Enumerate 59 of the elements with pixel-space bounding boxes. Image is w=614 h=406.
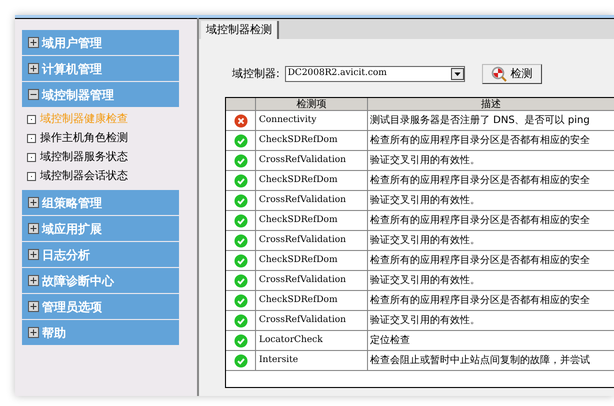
expand-icon[interactable] bbox=[28, 327, 39, 338]
table-cell-text: 验证交叉引用的有效性。 bbox=[370, 234, 480, 248]
table-cell-text: 检查所有的应用程序目录分区是否都有相应的安全 bbox=[370, 174, 590, 188]
expand-icon[interactable] bbox=[28, 63, 39, 74]
table-cell-text: CheckSDRefDom bbox=[259, 254, 338, 267]
table-cell-text: CrossRefValidation bbox=[259, 194, 346, 207]
table-cell-text: CheckSDRefDom bbox=[259, 214, 338, 227]
sidebar-group-header[interactable]: 管理员选项 bbox=[22, 294, 179, 319]
sidebar-group-header[interactable]: 计算机管理 bbox=[22, 56, 179, 81]
bullet-icon bbox=[27, 115, 36, 124]
table-cell-text: 检查会阻止或暂时中止站点间复制的故障，并尝试 bbox=[370, 354, 590, 368]
table-cell-text: 验证交叉引用的有效性。 bbox=[370, 194, 480, 208]
sidebar-group-header[interactable]: 帮助 bbox=[22, 320, 179, 345]
table-cell-text: 检查所有的应用程序目录分区是否都有相应的安全 bbox=[370, 294, 590, 308]
sidebar-link[interactable]: 操作主机角色检测 bbox=[40, 130, 128, 147]
table-cell-text: Intersite bbox=[259, 354, 298, 367]
bullet-icon bbox=[27, 134, 36, 143]
sidebar-link[interactable]: 域控制器服务状态 bbox=[40, 149, 128, 166]
expand-icon[interactable] bbox=[28, 197, 39, 208]
sidebar-group-header[interactable]: 组策略管理 bbox=[22, 190, 179, 215]
table-cell-text: 定位检查 bbox=[370, 334, 410, 348]
table-cell-text: 测试目录服务器是否注册了 DNS、是否可以 ping bbox=[370, 114, 590, 128]
table-cell-text: CheckSDRefDom bbox=[259, 134, 338, 147]
table-cell-text: CrossRefValidation bbox=[259, 274, 346, 287]
sidebar-group-header[interactable]: 故障诊断中心 bbox=[22, 268, 179, 293]
sidebar-group-header[interactable]: 域用户管理 bbox=[22, 30, 179, 55]
sidebar-group-header[interactable]: 域应用扩展 bbox=[22, 216, 179, 241]
expand-icon[interactable] bbox=[28, 37, 39, 48]
table-cell-text: 检查所有的应用程序目录分区是否都有相应的安全 bbox=[370, 214, 590, 228]
table-cell-text: CrossRefValidation bbox=[259, 154, 346, 167]
bullet-icon bbox=[27, 153, 36, 162]
tab[interactable]: 域控制器检测 bbox=[201, 21, 279, 39]
table-cell-text: LocatorCheck bbox=[259, 334, 323, 347]
controller-label: 域控制器: bbox=[232, 66, 280, 82]
column-header: 描述 bbox=[480, 98, 502, 110]
sidebar-link[interactable]: 域控制器健康检查 bbox=[40, 111, 128, 128]
table-cell-text: CrossRefValidation bbox=[259, 314, 346, 327]
table-cell-text: CrossRefValidation bbox=[259, 234, 346, 247]
magnifier-icon bbox=[490, 66, 507, 82]
expand-icon[interactable] bbox=[28, 301, 39, 312]
table-cell-text: 验证交叉引用的有效性。 bbox=[370, 154, 480, 168]
expand-icon[interactable] bbox=[28, 249, 39, 260]
check-button[interactable]: 检测 bbox=[482, 64, 542, 84]
expand-icon[interactable] bbox=[28, 275, 39, 286]
table-cell-text: 验证交叉引用的有效性。 bbox=[370, 274, 480, 288]
table-cell-text: 检查所有的应用程序目录分区是否都有相应的安全 bbox=[370, 134, 590, 148]
bullet-icon bbox=[27, 172, 36, 181]
sidebar-link[interactable]: 域控制器会话状态 bbox=[40, 168, 128, 185]
table-cell-text: CheckSDRefDom bbox=[259, 294, 338, 307]
table-cell-text: 验证交叉引用的有效性。 bbox=[370, 314, 480, 328]
column-header: 检测项 bbox=[256, 98, 368, 110]
table-cell-text: 检查所有的应用程序目录分区是否都有相应的安全 bbox=[370, 254, 590, 268]
controller-dropdown[interactable]: DC2008R2.avicit.com bbox=[284, 66, 465, 82]
collapse-icon[interactable] bbox=[28, 89, 39, 100]
expand-icon[interactable] bbox=[28, 223, 39, 234]
table-cell-text: Connectivity bbox=[259, 114, 316, 127]
sidebar-group-header[interactable]: 域控制器管理 bbox=[22, 82, 179, 107]
sidebar-group-header[interactable]: 日志分析 bbox=[22, 242, 179, 267]
table-cell-text: CheckSDRefDom bbox=[259, 174, 338, 187]
